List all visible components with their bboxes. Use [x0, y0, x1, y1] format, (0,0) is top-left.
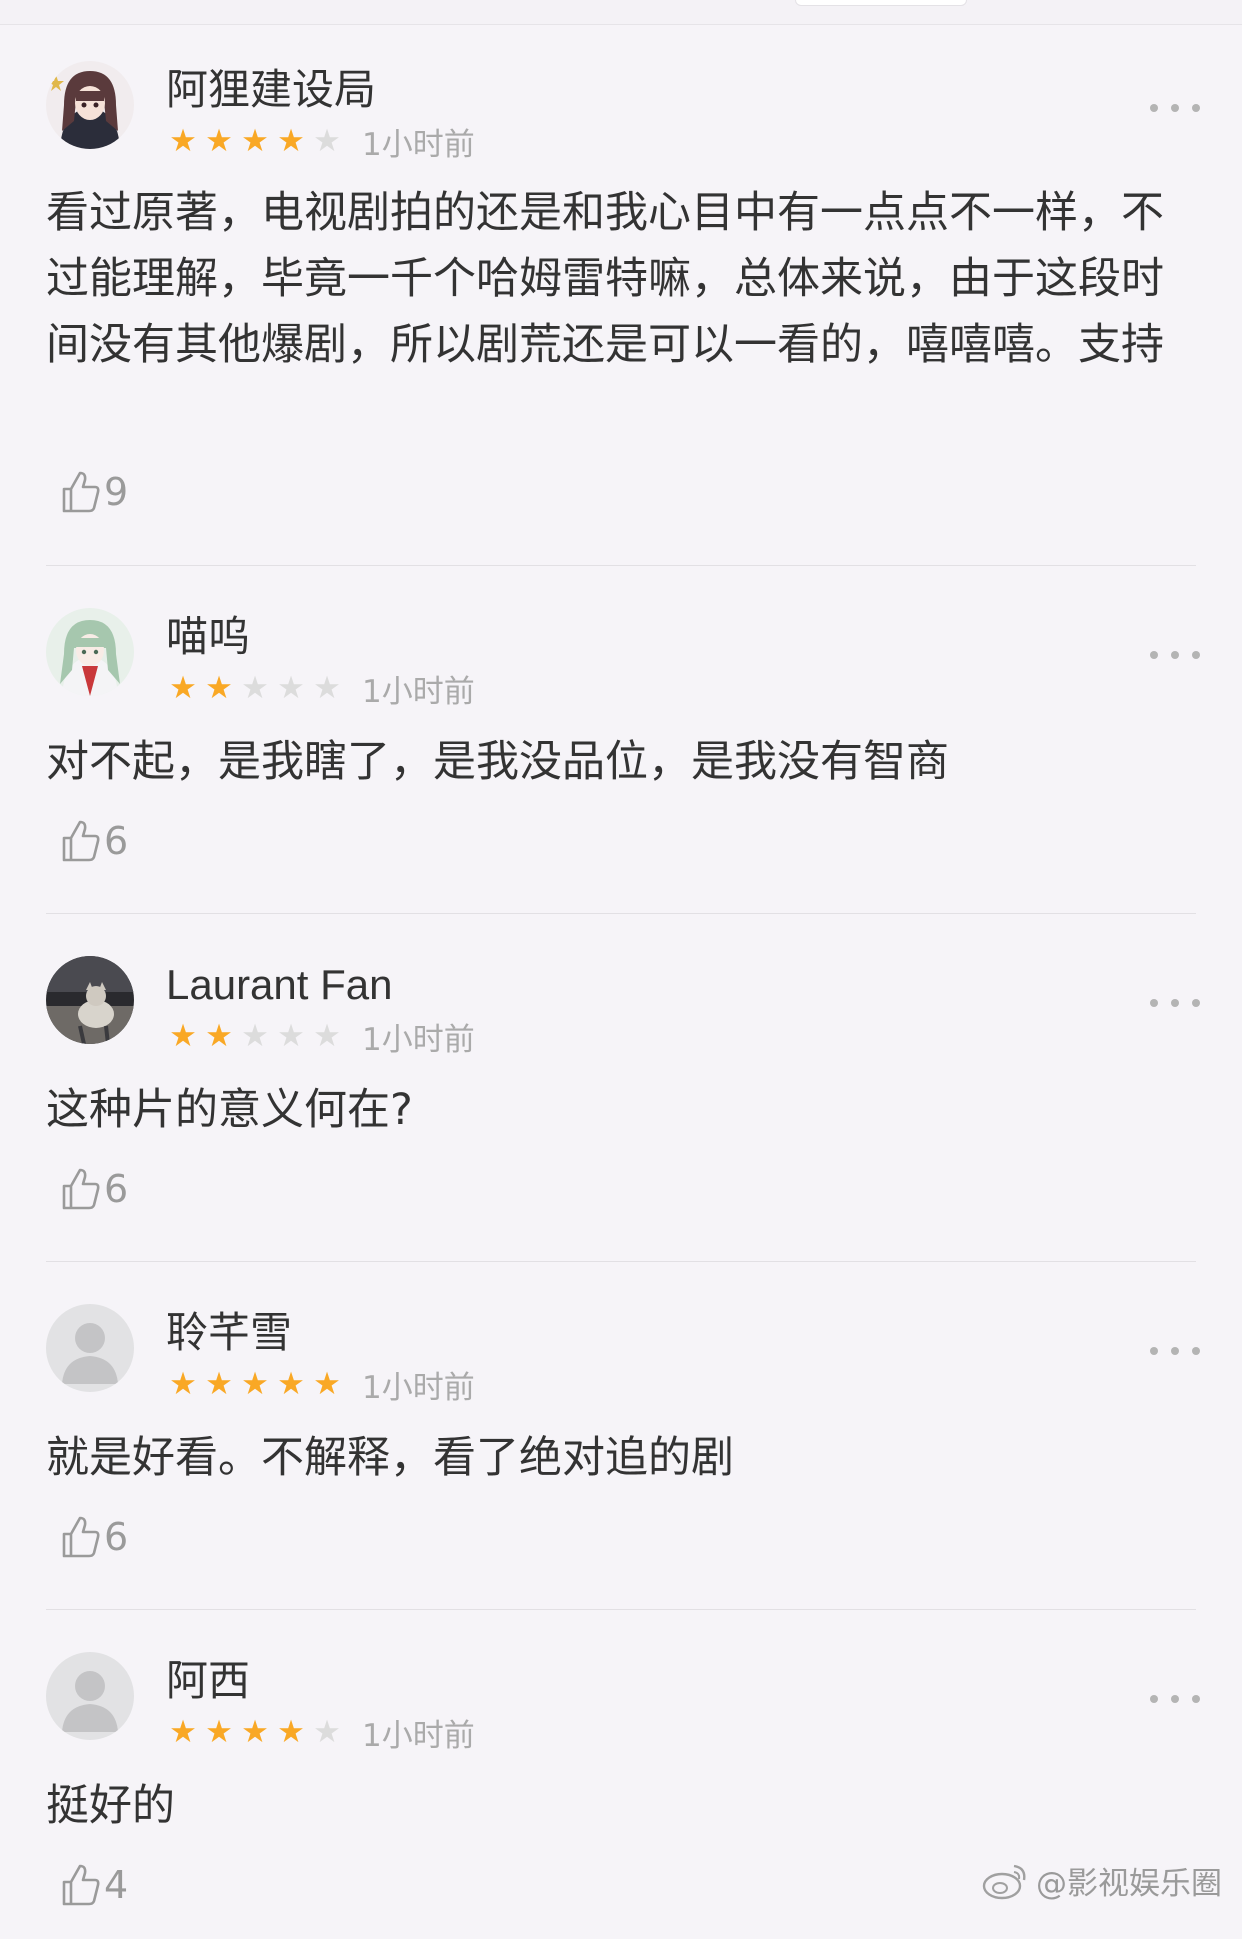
avatar[interactable]	[46, 1652, 134, 1740]
review-text: 看过原著，电视剧拍的还是和我心目中有一点点不一样，不过能理解，毕竟一千个哈姆雷特…	[46, 188, 1164, 370]
rating-stars: ★ ★ ★ ★ ★ 1小时前	[166, 670, 475, 710]
username[interactable]: 聆芊雪	[166, 1305, 292, 1361]
timestamp: 1小时前	[362, 1717, 475, 1754]
username[interactable]: 阿狸建设局	[166, 62, 376, 118]
thumbs-up-icon	[62, 1516, 100, 1558]
rating-stars: ★ ★ ★ ★ ★ 1小时前	[166, 1366, 475, 1406]
star-icon: ★	[277, 670, 305, 706]
star-icon: ★	[277, 123, 305, 159]
like-button[interactable]: 6	[58, 1509, 128, 1565]
more-button[interactable]	[1150, 991, 1200, 1015]
star-icon: ★	[241, 1714, 269, 1750]
weibo-logo-icon	[982, 1864, 1026, 1900]
star-icon: ★	[169, 123, 197, 159]
review-text: 就是好看。不解释，看了绝对追的剧	[46, 1433, 734, 1483]
like-button[interactable]: 9	[58, 464, 128, 520]
like-count: 6	[104, 1167, 129, 1211]
star-icon: ★	[241, 670, 269, 706]
star-icon: ★	[169, 1018, 197, 1054]
rating-stars: ★ ★ ★ ★ ★ 1小时前	[166, 1714, 475, 1754]
star-icon: ★	[169, 1714, 197, 1750]
like-count: 6	[104, 819, 129, 863]
thumbs-up-icon	[62, 1864, 100, 1906]
more-button[interactable]	[1150, 96, 1200, 120]
star-icon: ★	[169, 670, 197, 706]
like-count: 9	[104, 470, 129, 514]
star-icon: ★	[241, 1366, 269, 1402]
avatar[interactable]	[46, 956, 134, 1044]
review-item: Laurant Fan ★ ★ ★ ★ ★ 1小时前 这种片的意义何在? 6	[0, 895, 1242, 1262]
star-icon: ★	[205, 670, 233, 706]
username[interactable]: 喵呜	[166, 609, 250, 665]
review-text: 挺好的	[46, 1781, 175, 1831]
star-icon: ★	[205, 1366, 233, 1402]
rating-stars: ★ ★ ★ ★ ★ 1小时前	[166, 123, 475, 163]
more-dots-icon	[1150, 1695, 1158, 1703]
watermark-text: @影视娱乐圈	[1036, 1865, 1222, 1902]
username[interactable]: Laurant Fan	[166, 957, 393, 1013]
star-icon: ★	[205, 1018, 233, 1054]
review-item: 阿狸建设局 ★ ★ ★ ★ ★ 1小时前 看过原著，电视剧拍的还是和我心目中有一…	[0, 0, 1242, 566]
star-icon: ★	[313, 1714, 341, 1750]
username[interactable]: 阿西	[166, 1653, 250, 1709]
timestamp: 1小时前	[362, 1021, 475, 1058]
more-button[interactable]	[1150, 643, 1200, 667]
avatar[interactable]	[46, 61, 134, 149]
star-icon: ★	[277, 1018, 305, 1054]
star-icon: ★	[205, 123, 233, 159]
timestamp: 1小时前	[362, 673, 475, 710]
star-icon: ★	[241, 1018, 269, 1054]
review-text: 对不起，是我瞎了，是我没品位，是我没有智商	[46, 737, 949, 787]
more-dots-icon	[1150, 999, 1158, 1007]
star-icon: ★	[205, 1714, 233, 1750]
watermark: @影视娱乐圈	[980, 1858, 1222, 1902]
more-dots-icon	[1150, 104, 1158, 112]
star-icon: ★	[169, 1366, 197, 1402]
thumbs-up-icon	[62, 820, 100, 862]
star-icon: ★	[313, 123, 341, 159]
like-button[interactable]: 6	[58, 813, 128, 869]
like-button[interactable]: 6	[58, 1161, 128, 1217]
review-item: 喵呜 ★ ★ ★ ★ ★ 1小时前 对不起，是我瞎了，是我没品位，是我没有智商 …	[0, 547, 1242, 914]
star-icon: ★	[313, 1366, 341, 1402]
star-icon: ★	[313, 670, 341, 706]
like-count: 4	[104, 1863, 129, 1907]
review-text: 这种片的意义何在?	[46, 1085, 413, 1135]
star-icon: ★	[277, 1714, 305, 1750]
thumbs-up-icon	[62, 471, 100, 513]
more-button[interactable]	[1150, 1339, 1200, 1363]
thumbs-up-icon	[62, 1168, 100, 1210]
star-icon: ★	[241, 123, 269, 159]
review-item: 聆芊雪 ★ ★ ★ ★ ★ 1小时前 就是好看。不解释，看了绝对追的剧 6	[0, 1243, 1242, 1610]
more-dots-icon	[1150, 651, 1158, 659]
avatar[interactable]	[46, 1304, 134, 1392]
like-count: 6	[104, 1515, 129, 1559]
timestamp: 1小时前	[362, 126, 475, 163]
like-button[interactable]: 4	[58, 1857, 128, 1913]
timestamp: 1小时前	[362, 1369, 475, 1406]
rating-stars: ★ ★ ★ ★ ★ 1小时前	[166, 1018, 475, 1058]
star-icon: ★	[313, 1018, 341, 1054]
avatar[interactable]	[46, 608, 134, 696]
more-button[interactable]	[1150, 1687, 1200, 1711]
star-icon: ★	[277, 1366, 305, 1402]
more-dots-icon	[1150, 1347, 1158, 1355]
